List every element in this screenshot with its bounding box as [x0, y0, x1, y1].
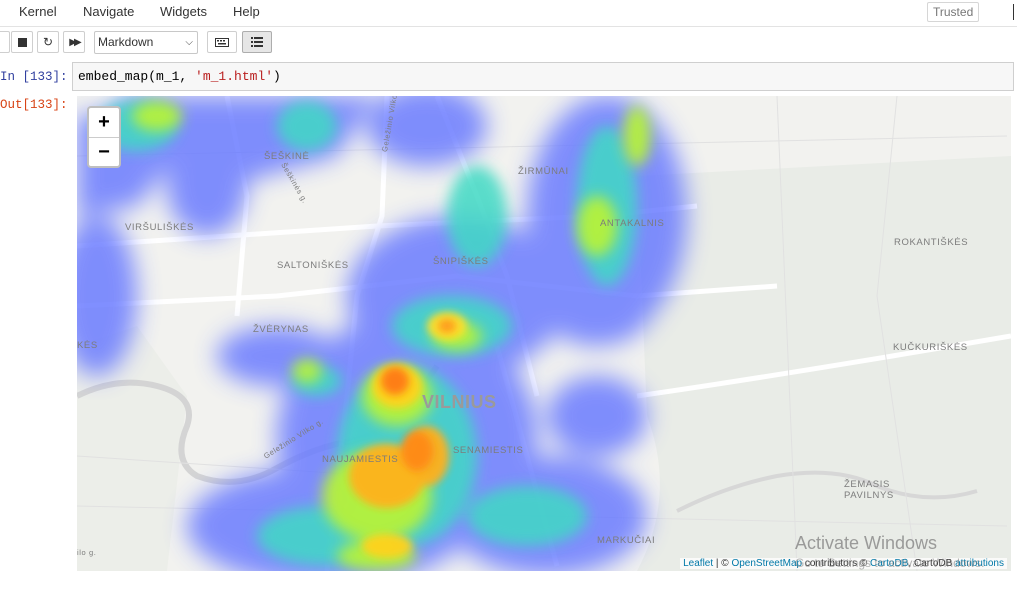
menu-navigate[interactable]: Navigate: [83, 4, 134, 19]
label-naujamiestis: NAUJAMIESTIS: [322, 454, 399, 465]
activate-windows-title: Activate Windows: [795, 533, 938, 553]
cell-type-value: Markdown: [98, 35, 154, 49]
attr-sep: | ©: [713, 558, 732, 569]
restart-icon: ↻: [42, 35, 54, 49]
partial-button[interactable]: [0, 31, 10, 53]
code-editor[interactable]: embed_map(m_1, 'm_1.html'): [72, 62, 1014, 91]
keyboard-icon: [215, 37, 229, 47]
menu-bar: Kernel Navigate Widgets Help Trusted: [0, 0, 1017, 27]
label-markuciai: MARKUČIAI: [597, 535, 656, 546]
interrupt-button[interactable]: [11, 31, 33, 53]
leaflet-link[interactable]: Leaflet: [683, 558, 713, 569]
menu-kernel[interactable]: Kernel: [19, 4, 57, 19]
run-all-button[interactable]: ▶▶: [63, 31, 85, 53]
notebook-toolbar: ↻ ▶▶ Markdown ⌵: [0, 30, 1017, 58]
kernel-divider: [1013, 4, 1014, 20]
zoom-control: + −: [87, 106, 121, 168]
label-antakalnis: ANTAKALNIS: [600, 218, 665, 229]
label-snipiskes: ŠNIPIŠKĖS: [433, 256, 489, 267]
cell-type-select[interactable]: Markdown ⌵: [94, 31, 198, 54]
stop-icon: [17, 37, 27, 47]
label-saltoniskes: SALTONIŠKĖS: [277, 260, 349, 271]
fast-forward-icon: ▶▶: [69, 36, 82, 48]
code-string: 'm_1.html': [195, 69, 274, 84]
command-palette-button[interactable]: [207, 31, 237, 53]
toggle-cell-toolbar-button[interactable]: [242, 31, 272, 53]
activate-windows-subtitle: Go to Settings to activate Windows.: [795, 556, 985, 570]
menu-widgets[interactable]: Widgets: [160, 4, 207, 19]
trusted-badge[interactable]: Trusted: [927, 2, 980, 22]
heatmap-map[interactable]: ŠEŠKINĖ ŽIRMŪNAI VIRŠULIŠKĖS ANTAKALNIS …: [77, 96, 1011, 571]
chevron-down-icon: ⌵: [185, 37, 193, 48]
zoom-in-button[interactable]: +: [89, 108, 119, 137]
label-zemasis: ŽEMASIS: [844, 479, 890, 490]
list-icon: [251, 37, 263, 47]
input-prompt: In [133]:: [0, 70, 68, 84]
label-kes: KĖS: [77, 340, 98, 351]
label-kuckuriskes: KUČKURIŠKĖS: [893, 342, 968, 353]
label-zverynas: ŽVĖRYNAS: [253, 324, 309, 335]
label-senamiestis: SENAMIESTIS: [453, 445, 524, 456]
label-rokantiskes: ROKANTIŠKĖS: [894, 237, 969, 248]
output-prompt: Out[133]:: [0, 98, 68, 112]
label-zirmunai: ŽIRMŪNAI: [518, 166, 569, 177]
restart-button[interactable]: ↻: [37, 31, 59, 53]
menu-help[interactable]: Help: [233, 4, 260, 19]
code-prefix: embed_map(m_1,: [78, 69, 196, 84]
zoom-out-button[interactable]: −: [89, 137, 119, 166]
osm-link[interactable]: OpenStreetMap: [731, 558, 802, 569]
code-suffix: ): [273, 69, 281, 84]
label-street-edge: ilo g.: [77, 548, 97, 557]
label-virsuliskes: VIRŠULIŠKĖS: [125, 222, 194, 233]
label-pavilnys: PAVILNYS: [844, 490, 894, 501]
label-vilnius: VILNIUS: [422, 392, 497, 412]
